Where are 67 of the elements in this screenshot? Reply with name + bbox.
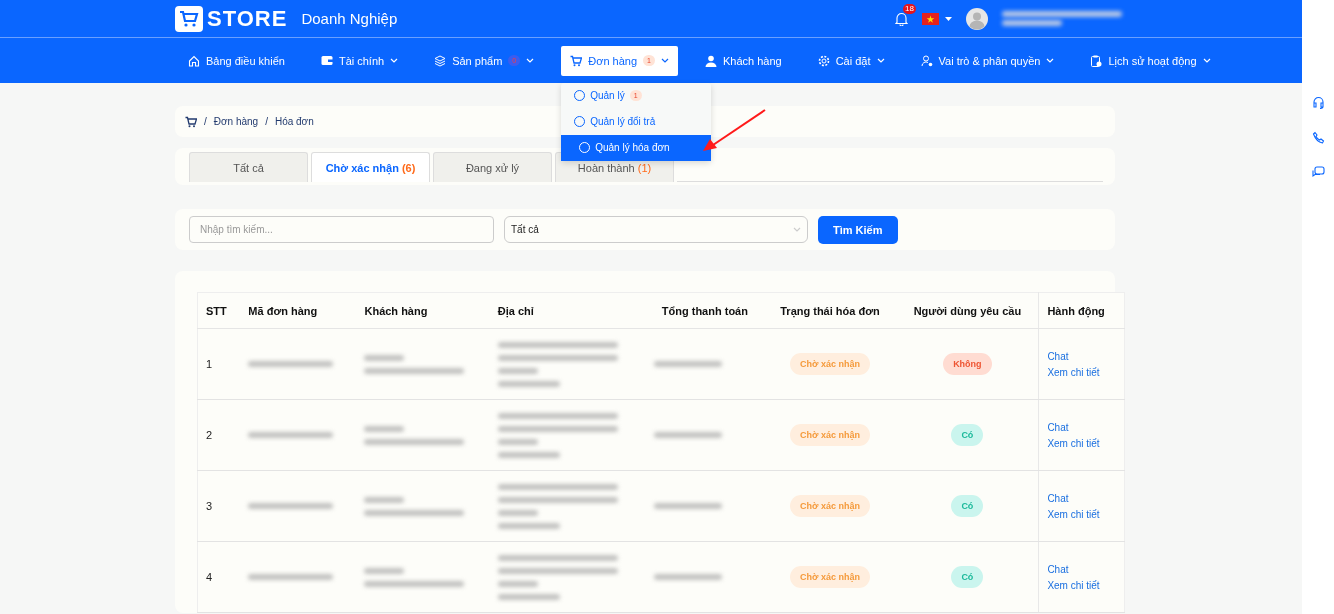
- user-gear-icon: [920, 54, 933, 67]
- status-badge: Chờ xác nhận: [790, 566, 870, 588]
- column-header: Mã đơn hàng: [240, 292, 357, 329]
- action-link[interactable]: Chat: [1047, 350, 1116, 362]
- request-badge: Có: [951, 566, 984, 588]
- language-selector[interactable]: [922, 12, 952, 25]
- nav-item[interactable]: Vai trò & phân quyền: [911, 45, 1064, 76]
- column-header: Tổng thanh toán: [646, 292, 764, 329]
- nav-item[interactable]: Tài chính: [311, 45, 408, 76]
- search-button[interactable]: Tìm Kiếm: [818, 215, 898, 244]
- tab[interactable]: Đang xử lý: [433, 152, 552, 182]
- user-icon: [704, 54, 717, 67]
- filter-dropdown[interactable]: Tất cả: [504, 216, 808, 243]
- chat-icon[interactable]: [1311, 166, 1325, 179]
- status-badge: Chờ xác nhận: [790, 495, 870, 517]
- cart-icon: [570, 54, 583, 67]
- nav-item[interactable]: Bảng điều khiển: [179, 45, 294, 76]
- column-header: Khách hàng: [356, 292, 490, 329]
- action-link[interactable]: Xem chi tiết: [1047, 437, 1116, 449]
- action-link[interactable]: Chat: [1047, 492, 1116, 504]
- caret-icon: [945, 16, 952, 21]
- headset-icon[interactable]: [1311, 96, 1325, 109]
- action-link[interactable]: Xem chi tiết: [1047, 579, 1116, 591]
- request-badge: Có: [951, 495, 984, 517]
- table-cell: 3: [197, 470, 241, 542]
- status-badge: Chờ xác nhận: [790, 353, 870, 375]
- breadcrumb-link[interactable]: Đơn hàng: [213, 116, 259, 127]
- tab[interactable]: Tất cả: [189, 152, 308, 182]
- cart-icon: [185, 115, 197, 128]
- phone-icon[interactable]: [1311, 131, 1325, 144]
- column-header: Địa chỉ: [489, 292, 647, 329]
- tab[interactable]: Chờ xác nhận (6): [311, 152, 430, 182]
- table-cell: 2: [197, 399, 241, 471]
- home-icon: [188, 54, 200, 67]
- clipboard-icon: [1090, 54, 1103, 67]
- nav-item[interactable]: Lịch sử hoạt động: [1081, 45, 1220, 76]
- nav-item[interactable]: Cài đặt: [808, 45, 894, 76]
- column-header: Người dùng yêu cầu: [896, 292, 1039, 329]
- breadcrumb-separator: /: [265, 116, 268, 127]
- layers-icon: [434, 54, 447, 67]
- app-subtitle: Doanh Nghiệp: [301, 10, 398, 27]
- action-link[interactable]: Chat: [1047, 421, 1116, 433]
- table-cell: 1: [197, 328, 241, 400]
- logo-text: STORE: [207, 5, 288, 32]
- bell-icon[interactable]: [895, 11, 908, 26]
- breadcrumb-separator: /: [204, 116, 207, 127]
- settings-icon: [817, 54, 830, 67]
- request-badge: Không: [943, 353, 992, 375]
- breadcrumb-link[interactable]: Hóa đơn: [274, 116, 314, 127]
- notification-count: 18: [903, 3, 916, 14]
- wallet-icon: [320, 55, 333, 66]
- column-header: Hành động: [1038, 292, 1125, 329]
- flag-icon: [922, 12, 939, 25]
- status-badge: Chờ xác nhận: [790, 424, 870, 446]
- avatar-icon[interactable]: [966, 7, 988, 30]
- menu-item[interactable]: Quản lý hóa đơn: [561, 134, 712, 161]
- action-link[interactable]: Xem chi tiết: [1047, 366, 1116, 378]
- table-cell: 4: [197, 541, 241, 613]
- action-link[interactable]: Xem chi tiết: [1047, 508, 1116, 520]
- column-header: STT: [197, 292, 241, 329]
- action-link[interactable]: Chat: [1047, 563, 1116, 575]
- column-header: Trạng thái hóa đơn: [763, 292, 897, 329]
- chevron-down-icon: [793, 227, 801, 232]
- request-badge: Có: [951, 424, 984, 446]
- annotation-arrow: [703, 108, 767, 151]
- nav-item[interactable]: Khách hàng: [695, 45, 791, 76]
- search-field[interactable]: Nhập tìm kiếm...: [189, 216, 494, 243]
